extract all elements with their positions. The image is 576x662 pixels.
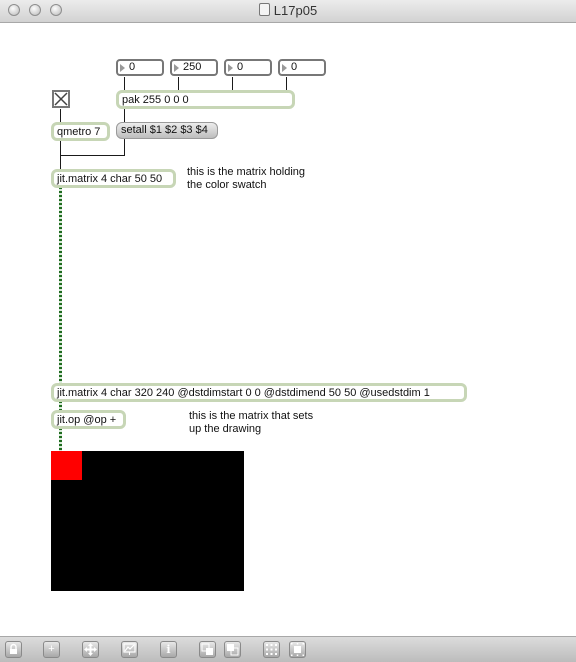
- document-icon: [258, 3, 270, 16]
- swatch-comment-line1: this is the matrix holding: [187, 166, 305, 178]
- snap-glyph-icon: [291, 643, 304, 656]
- patch-cord[interactable]: [124, 138, 125, 155]
- pak-object[interactable]: pak 255 0 0 0: [116, 90, 295, 109]
- patch-cord[interactable]: [232, 77, 233, 90]
- presentation-icon[interactable]: [121, 641, 138, 658]
- window-title-container: L17p05: [0, 3, 576, 18]
- number-arrow-icon: [228, 64, 233, 72]
- number-arrow-icon: [282, 64, 287, 72]
- number-box-2[interactable]: 250: [170, 59, 218, 76]
- send-back-glyph-icon: [227, 644, 239, 656]
- number-box-value: 0: [237, 61, 244, 73]
- swatch-comment: this is the matrix holding the color swa…: [187, 166, 305, 192]
- snap-icon[interactable]: [289, 641, 306, 658]
- matrix-patch-cord[interactable]: [59, 428, 62, 452]
- drawing-comment-line2: up the drawing: [189, 423, 262, 435]
- jit-matrix-drawing-label: jit.matrix 4 char 320 240 @dstdimstart 0…: [57, 387, 430, 399]
- drawing-comment-line1: this is the matrix that sets: [189, 410, 314, 422]
- number-arrow-icon: [120, 64, 125, 72]
- drawing-comment: this is the matrix that sets up the draw…: [189, 410, 313, 436]
- number-box-value: 0: [129, 61, 136, 73]
- send-back-icon[interactable]: [224, 641, 241, 658]
- title-bar: L17p05: [0, 0, 576, 23]
- swatch-comment-line2: the color swatch: [187, 179, 267, 191]
- setall-message-label: setall $1 $2 $3 $4: [121, 124, 208, 136]
- patch-cord[interactable]: [124, 77, 125, 90]
- move-icon[interactable]: [82, 641, 99, 658]
- bring-front-glyph-icon: [201, 643, 213, 655]
- presentation-glyph-icon: [123, 643, 136, 655]
- add-icon[interactable]: +: [43, 641, 60, 658]
- grid-icon[interactable]: [263, 641, 280, 658]
- matrix-patch-cord[interactable]: [59, 187, 62, 384]
- patch-cord[interactable]: [66, 155, 125, 156]
- grid-glyph-icon: [266, 644, 277, 655]
- patch-cord[interactable]: [286, 77, 287, 90]
- patch-cord[interactable]: [124, 107, 125, 122]
- setall-message[interactable]: setall $1 $2 $3 $4: [116, 122, 218, 139]
- bring-front-icon[interactable]: [199, 641, 216, 658]
- red-color-swatch: [51, 451, 82, 480]
- number-arrow-icon: [174, 64, 179, 72]
- number-box-value: 250: [183, 61, 202, 73]
- jit-matrix-swatch-label: jit.matrix 4 char 50 50: [57, 173, 163, 185]
- inspector-icon[interactable]: i: [160, 641, 177, 658]
- add-glyph: +: [48, 643, 55, 655]
- number-box-3[interactable]: 0: [224, 59, 272, 76]
- patch-cord[interactable]: [60, 155, 67, 156]
- jit-op-object-label: jit.op @op +: [57, 414, 117, 426]
- patcher-toolbar: + i: [0, 636, 576, 662]
- qmetro-object-label: qmetro 7: [57, 126, 101, 138]
- toggle-x-icon: [54, 92, 68, 106]
- inspector-glyph: i: [166, 643, 171, 656]
- number-box-1[interactable]: 0: [116, 59, 164, 76]
- number-box-4[interactable]: 0: [278, 59, 326, 76]
- move-glyph-icon: [84, 643, 97, 656]
- number-box-value: 0: [291, 61, 298, 73]
- toggle[interactable]: [52, 90, 70, 108]
- patch-cord[interactable]: [178, 77, 179, 88]
- jit-pwindow[interactable]: [51, 451, 244, 591]
- patch-cord[interactable]: [60, 109, 61, 122]
- jit-matrix-swatch-object[interactable]: jit.matrix 4 char 50 50: [51, 169, 176, 188]
- jit-matrix-drawing-object[interactable]: jit.matrix 4 char 320 240 @dstdimstart 0…: [51, 383, 467, 402]
- pak-object-label: pak 255 0 0 0: [122, 94, 189, 106]
- qmetro-object[interactable]: qmetro 7: [51, 122, 110, 141]
- lock-glyph-icon: [10, 643, 17, 654]
- jit-op-object[interactable]: jit.op @op +: [51, 410, 126, 429]
- window-title: L17p05: [273, 3, 318, 18]
- lock-icon[interactable]: [5, 641, 22, 658]
